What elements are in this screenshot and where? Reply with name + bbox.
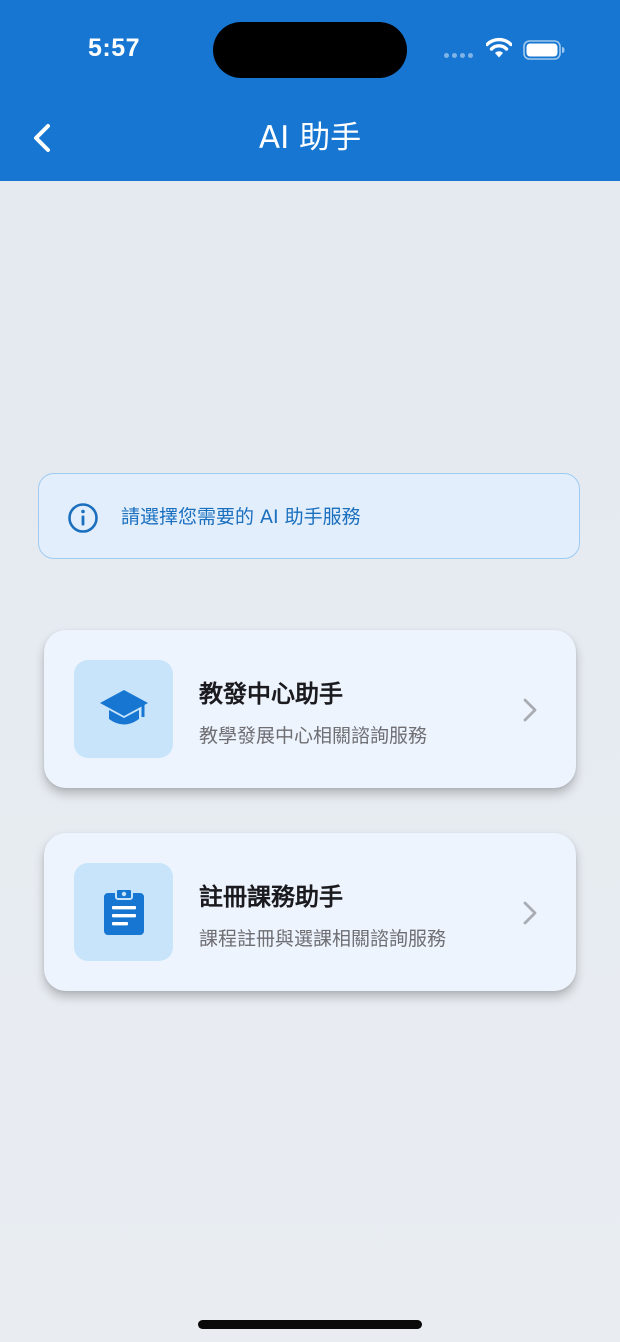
dynamic-island <box>213 22 407 78</box>
home-indicator[interactable] <box>198 1320 422 1329</box>
info-banner: 請選擇您需要的 AI 助手服務 <box>38 473 580 559</box>
app-header: 5:57 AI 助手 <box>0 0 620 181</box>
service-card-registration[interactable]: 註冊課務助手 課程註冊與選課相關諮詢服務 <box>44 833 576 991</box>
service-icon-box <box>74 660 173 758</box>
chevron-right-icon <box>523 698 537 722</box>
service-title: 教發中心助手 <box>199 680 343 708</box>
info-icon <box>68 503 98 533</box>
status-time: 5:57 <box>88 34 141 62</box>
graduation-cap-icon <box>100 690 148 725</box>
clipboard-icon <box>104 888 144 935</box>
battery-icon <box>523 40 565 60</box>
service-title: 註冊課務助手 <box>199 883 343 911</box>
service-icon-box <box>74 863 173 961</box>
chevron-right-icon <box>523 901 537 925</box>
service-description: 課程註冊與選課相關諮詢服務 <box>199 928 447 950</box>
wifi-icon <box>486 37 512 58</box>
info-banner-text: 請選擇您需要的 AI 助手服務 <box>121 506 361 528</box>
cellular-signal-icon <box>444 53 476 59</box>
service-description: 教學發展中心相關諮詢服務 <box>199 725 428 747</box>
page-title: AI 助手 <box>258 120 362 156</box>
service-card-teaching-center[interactable]: 教發中心助手 教學發展中心相關諮詢服務 <box>44 630 576 788</box>
